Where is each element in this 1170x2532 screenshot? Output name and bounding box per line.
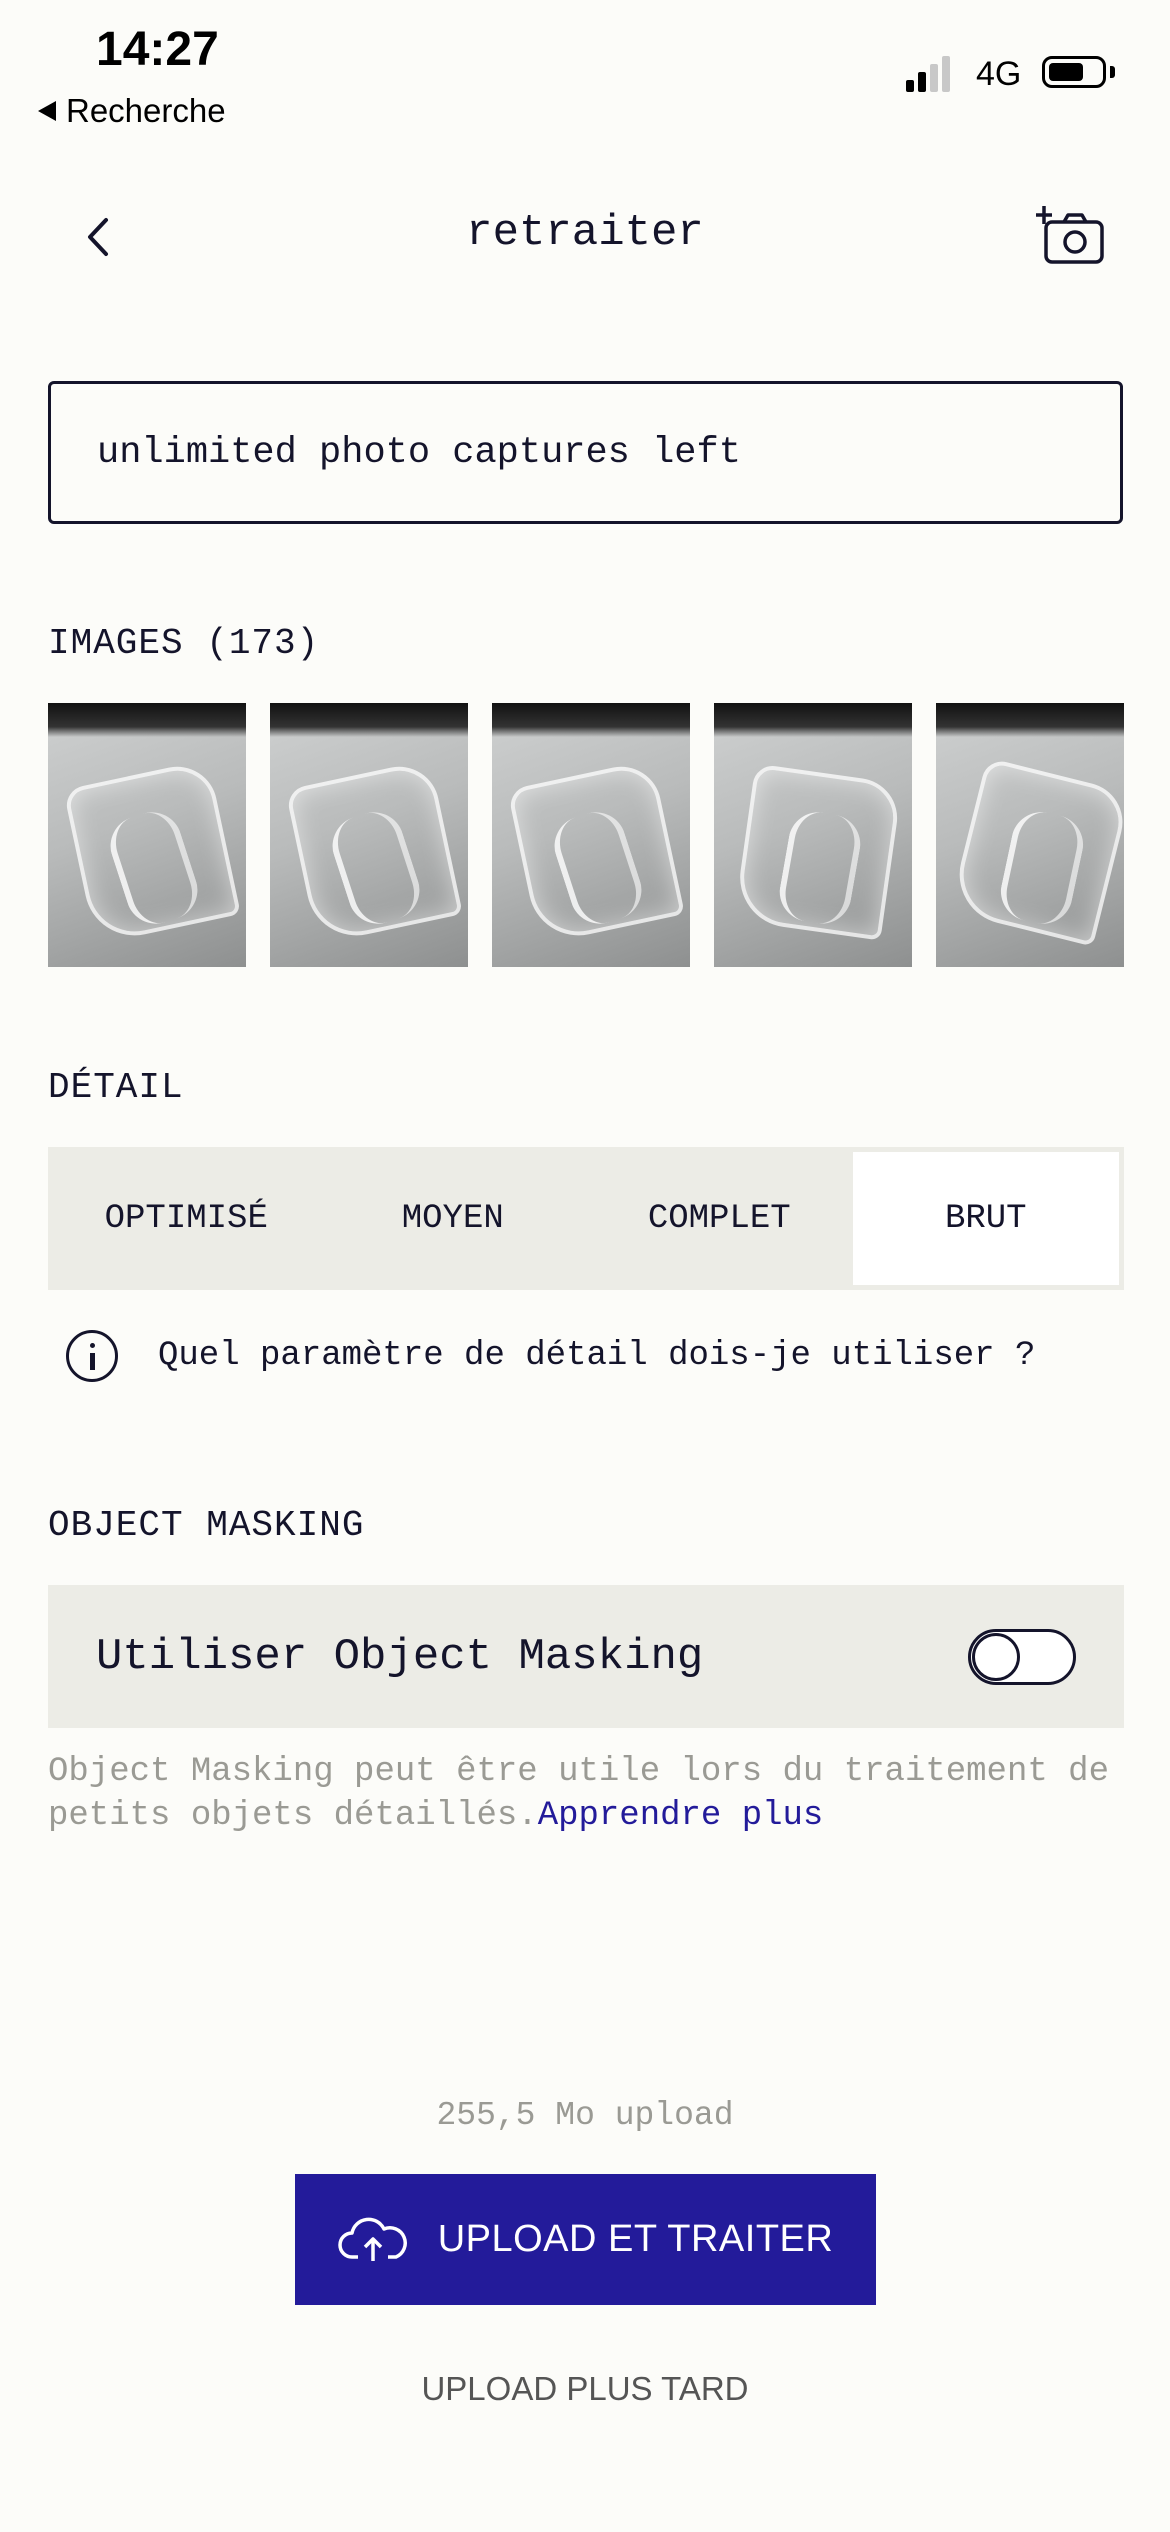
images-section-label: IMAGES (173) — [48, 623, 320, 664]
back-triangle-icon — [38, 101, 56, 121]
object-masking-toggle[interactable] — [968, 1628, 1076, 1685]
cloud-upload-icon — [337, 2217, 407, 2261]
back-to-app-link[interactable]: Recherche — [38, 92, 226, 130]
image-thumbnail[interactable] — [714, 703, 912, 967]
network-type: 4G — [976, 55, 1022, 93]
object-masking-note: Object Masking peut être utile lors du t… — [48, 1750, 1128, 1838]
upload-size-text: 255,5 Mo upload — [436, 2097, 734, 2134]
image-thumbnail[interactable] — [270, 703, 468, 967]
detail-option-complet[interactable]: COMPLET — [586, 1152, 853, 1285]
detail-selector: OPTIMISÉ MOYEN COMPLET BRUT — [48, 1147, 1124, 1290]
detail-option-optimise[interactable]: OPTIMISÉ — [53, 1152, 320, 1285]
info-icon — [66, 1330, 118, 1382]
upload-and-process-label: UPLOAD ET TRAITER — [437, 2218, 834, 2260]
signal-icon — [906, 56, 950, 92]
image-thumbnail[interactable] — [48, 703, 246, 967]
object-masking-section-label: OBJECT MASKING — [48, 1505, 365, 1546]
image-thumbnail[interactable] — [492, 703, 690, 967]
back-app-label: Recherche — [66, 92, 226, 129]
battery-nub — [1110, 66, 1115, 78]
detail-help-text: Quel paramètre de détail dois-je utilise… — [158, 1337, 1036, 1375]
add-photo-button[interactable] — [1036, 206, 1106, 266]
detail-help-link[interactable]: Quel paramètre de détail dois-je utilise… — [66, 1330, 1035, 1382]
status-time: 14:27 — [96, 23, 219, 76]
upload-and-process-button[interactable]: UPLOAD ET TRAITER — [295, 2174, 876, 2305]
image-thumbnail[interactable] — [936, 703, 1124, 967]
page-title: retraiter — [466, 208, 704, 258]
learn-more-link[interactable]: Apprendre plus — [538, 1797, 824, 1835]
object-masking-toggle-label: Utiliser Object Masking — [96, 1631, 704, 1682]
detail-option-brut[interactable]: BRUT — [852, 1152, 1119, 1285]
captures-remaining-text: unlimited photo captures left — [97, 431, 741, 474]
battery-icon — [1042, 56, 1106, 88]
image-thumbnail-strip[interactable] — [48, 703, 1124, 967]
object-masking-row: Utiliser Object Masking — [48, 1585, 1124, 1728]
captures-remaining-banner: unlimited photo captures left — [48, 381, 1123, 524]
upload-later-button[interactable]: UPLOAD PLUS TARD — [0, 2370, 1170, 2408]
camera-plus-icon — [1036, 206, 1104, 264]
detail-section-label: DÉTAIL — [48, 1067, 184, 1108]
toggle-knob — [972, 1632, 1020, 1681]
detail-option-moyen[interactable]: MOYEN — [320, 1152, 587, 1285]
